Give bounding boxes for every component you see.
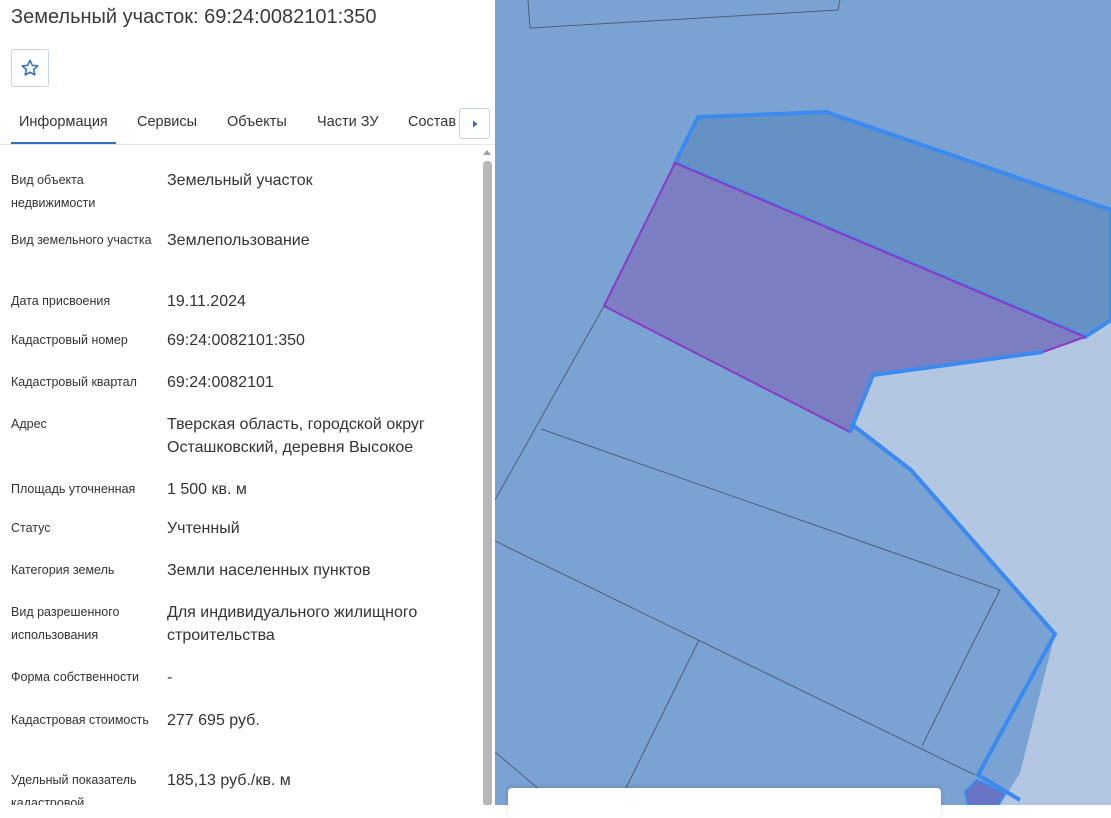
info-label: Кадастровая стоимость [11, 713, 149, 727]
parcel-line [921, 642, 974, 747]
info-value: 277 695 руб. [167, 712, 260, 729]
info-value: 69:24:0082101:350 [167, 332, 305, 349]
chevron-right-icon [472, 120, 477, 127]
info-value: 19.11.2024 [167, 293, 246, 310]
scroll-up-arrow-icon[interactable] [482, 148, 492, 158]
tab-information[interactable]: Информация [11, 104, 116, 144]
map-bottom-card[interactable] [508, 788, 941, 818]
tab-bar: Информация Сервисы Объекты Части ЗУ Сост… [0, 104, 495, 145]
light-area [853, 320, 1111, 805]
info-label: Категория земель [11, 563, 115, 577]
parcel-line [624, 639, 700, 791]
info-label: Статус [11, 521, 51, 535]
info-value: Тверская область, городской округ Осташк… [167, 416, 425, 456]
info-label: Форма собственности [11, 670, 139, 684]
info-label: Кадастровый номер [11, 333, 128, 347]
parcel-line [495, 751, 541, 791]
tab-objects[interactable]: Объекты [227, 104, 287, 142]
info-value: Учтенный [167, 520, 240, 537]
parcel-line [527, 0, 841, 29]
info-value: 185,13 руб./кв. м [167, 772, 291, 789]
small-parcel [963, 778, 1007, 805]
page-title: Земельный участок: 69:24:0082101:350 [11, 6, 377, 28]
parcel-line [495, 540, 976, 776]
parcel-line [495, 305, 605, 501]
tab-services[interactable]: Сервисы [137, 104, 197, 142]
info-value: Земельный участок [167, 172, 313, 189]
info-value: - [167, 669, 173, 686]
info-label: Адрес [11, 417, 47, 431]
scrollbar-thumb[interactable] [483, 161, 492, 805]
favorite-button[interactable] [11, 49, 49, 87]
info-label: Вид земельного участка [11, 233, 152, 247]
cadastral-map[interactable] [495, 0, 1111, 805]
tab-parts[interactable]: Части ЗУ [317, 104, 379, 142]
info-value: Для индивидуального жилищного строительс… [167, 604, 418, 644]
info-label: Удельный показатель кадастровой [11, 773, 137, 805]
map-canvas [495, 0, 1111, 805]
info-label: Дата присвоения [11, 294, 111, 308]
info-value: Земли населенных пунктов [167, 562, 371, 579]
tabs-next-button[interactable] [459, 108, 490, 139]
info-label: Вид объекта недвижимости [11, 173, 96, 210]
info-label: Вид разрешенного использования [11, 605, 120, 642]
tab-composition[interactable]: Состав [408, 104, 456, 142]
info-label: Площадь уточненная [11, 482, 136, 496]
info-value: 1 500 кв. м [167, 481, 247, 498]
info-panel: Земельный участок: 69:24:0082101:350 Инф… [0, 0, 495, 805]
info-value: 69:24:0082101 [167, 374, 274, 391]
star-outline-icon [21, 59, 39, 76]
info-value: Землепользование [167, 232, 310, 249]
info-label: Кадастровый квартал [11, 375, 137, 389]
